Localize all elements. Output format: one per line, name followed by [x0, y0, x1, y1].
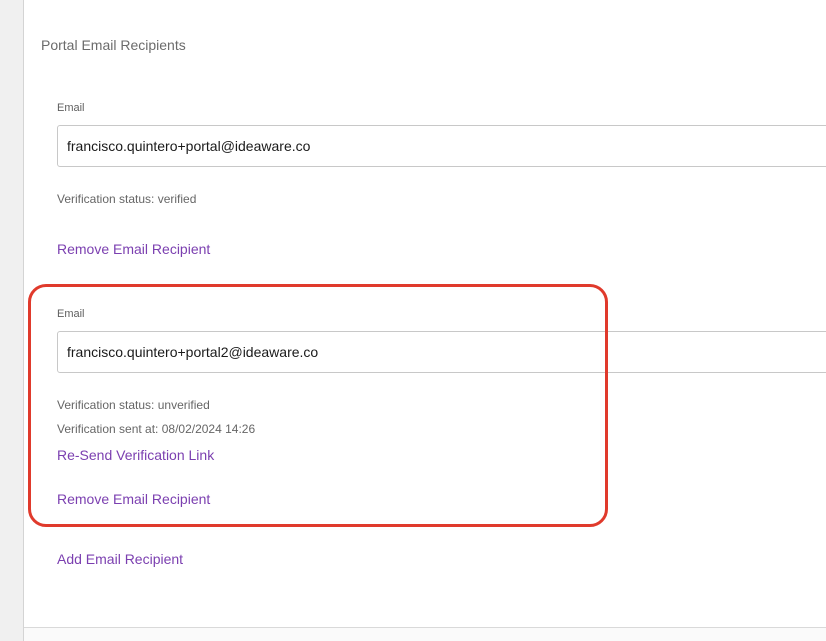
email-field[interactable] [57, 331, 826, 373]
section-title: Portal Email Recipients [41, 37, 186, 53]
verification-sent-at: Verification sent at: 08/02/2024 14:26 [57, 422, 256, 436]
left-sidebar-edge [0, 0, 24, 641]
email-label: Email [57, 308, 85, 320]
remove-email-recipient-link[interactable]: Remove Email Recipient [57, 491, 210, 507]
add-email-recipient-link[interactable]: Add Email Recipient [57, 551, 183, 567]
verification-status: Verification status: unverified [57, 398, 210, 412]
email-label: Email [57, 102, 85, 114]
panel-bottom-strip [24, 628, 826, 641]
settings-panel [24, 0, 826, 627]
remove-email-recipient-link[interactable]: Remove Email Recipient [57, 241, 210, 257]
verification-status: Verification status: verified [57, 192, 197, 206]
resend-verification-link[interactable]: Re-Send Verification Link [57, 447, 214, 463]
email-field[interactable] [57, 125, 826, 167]
